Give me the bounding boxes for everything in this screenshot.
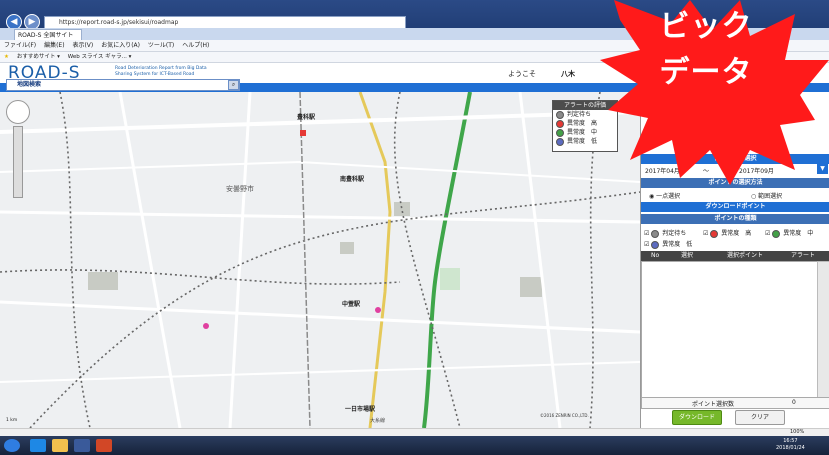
taskbar-app-icon[interactable]: [74, 439, 90, 452]
map-copyright: ©2016 ZENRIN CO.,LTD.: [540, 413, 589, 418]
map-search[interactable]: 地図検索: [6, 79, 240, 91]
download-points-header: ダウンロードポイント: [641, 202, 829, 212]
favorites-star-icon[interactable]: ★: [4, 54, 9, 60]
legend-label: 異常度 中: [567, 129, 598, 136]
powerpoint-icon[interactable]: [96, 439, 112, 452]
menu-file[interactable]: ファイル(F): [4, 42, 36, 49]
high-dot-icon: [710, 229, 719, 238]
pending-dot-icon: [556, 110, 564, 119]
table-scrollbar[interactable]: [817, 261, 829, 399]
ie-icon[interactable]: [30, 439, 46, 452]
browser-tab[interactable]: ROAD-S 全国サイト: [14, 29, 82, 40]
clear-button[interactable]: クリア: [735, 410, 785, 425]
count-value: 0: [792, 399, 796, 406]
clock-date: 2018/01/24: [776, 445, 805, 451]
medium-dot-icon: [772, 229, 781, 238]
callout-line2: データ: [659, 55, 753, 90]
zoom-slider[interactable]: [13, 126, 23, 198]
bigdata-callout: ビック データ: [636, 4, 776, 96]
check-label: 異常度 高: [721, 230, 752, 237]
method-range-radio[interactable]: ○ 範囲選択: [751, 191, 782, 200]
check-label: 判定待ち: [662, 230, 687, 237]
map-label-chukaya: 中萱駅: [342, 301, 361, 308]
map-label-minamitoyoshina: 南豊科駅: [340, 176, 365, 183]
map-label-toyoshina: 豊科駅: [297, 114, 316, 121]
logo-subtitle: Road Deterioration Report from Big Data …: [115, 66, 207, 77]
legend-label: 異常度 低: [567, 138, 598, 145]
low-dot-icon: [556, 137, 564, 146]
col-select: 選択: [681, 252, 694, 259]
medium-dot-icon: [556, 128, 564, 137]
map-label-line: 大糸線: [370, 418, 386, 424]
menu-view[interactable]: 表示(V): [72, 42, 93, 49]
check-high[interactable]: ☑ 異常度 高: [703, 228, 751, 238]
check-label: 異常度 中: [783, 230, 814, 237]
check-pending[interactable]: ☑ 判定待ち: [644, 228, 686, 238]
menu-help[interactable]: ヘルプ(H): [182, 42, 209, 49]
low-dot-icon: [651, 240, 660, 249]
points-table-header: No 選択 選択ポイント アラート: [641, 251, 829, 261]
check-medium[interactable]: ☑ 異常度 中: [765, 228, 813, 238]
address-text: https://report.road-s.jp/sekisui/roadmap: [59, 19, 179, 26]
point-type-header: ポイントの種類: [641, 214, 829, 224]
start-icon[interactable]: [4, 439, 20, 452]
menu-edit[interactable]: 編集(E): [44, 42, 64, 49]
pending-dot-icon: [651, 229, 660, 238]
points-table-body[interactable]: [641, 261, 819, 399]
menu-favorites[interactable]: お気に入り(A): [101, 42, 140, 49]
callout-line1: ビック: [659, 9, 753, 44]
clock-time: 16:57: [783, 438, 798, 444]
method-point-radio[interactable]: ◉ 一点選択: [649, 191, 680, 200]
count-label: ポイント選択数: [692, 401, 735, 408]
fav-webslice[interactable]: Web スライス ギャラ... ▾: [68, 54, 132, 60]
menu-tools[interactable]: ツール(T): [148, 42, 174, 49]
taskbar-clock: 16:57 2018/01/24: [776, 438, 805, 452]
map-label-azumino: 安曇野市: [226, 185, 254, 193]
download-button[interactable]: ダウンロード: [672, 410, 722, 425]
map-search-label: 地図検索: [17, 81, 42, 88]
legend-label: 判定待ち: [567, 111, 592, 118]
method-range-label: 範囲選択: [758, 193, 783, 200]
map-roads: [0, 92, 640, 428]
check-label: 異常度 低: [662, 241, 693, 248]
col-alert: アラート: [791, 252, 816, 259]
map-scale: 1 km: [6, 418, 18, 423]
fav-suggested[interactable]: おすすめサイト ▾: [17, 54, 60, 60]
map-canvas[interactable]: 豊科駅 南豊科駅 安曇野市 中萱駅 一日市場駅 大糸線: [0, 92, 640, 428]
check-low[interactable]: ☑ 異常度 低: [644, 239, 692, 249]
search-icon[interactable]: ⌕: [228, 80, 239, 90]
welcome-text: ようこそ: [508, 70, 536, 78]
map-label-hitoichiba: 一日市場駅: [345, 406, 376, 413]
pan-control[interactable]: [6, 100, 30, 124]
method-point-label: 一点選択: [656, 193, 681, 200]
count-row: ポイント選択数 0: [641, 397, 829, 409]
legend-label: 異常度 高: [567, 120, 598, 127]
high-dot-icon: [556, 119, 564, 128]
folder-icon[interactable]: [52, 439, 68, 452]
zoom-level[interactable]: 100%: [790, 428, 804, 436]
col-no: No: [651, 252, 660, 259]
col-point: 選択ポイント: [727, 252, 764, 259]
taskbar: [0, 436, 829, 455]
user-name: 八木: [561, 70, 575, 78]
